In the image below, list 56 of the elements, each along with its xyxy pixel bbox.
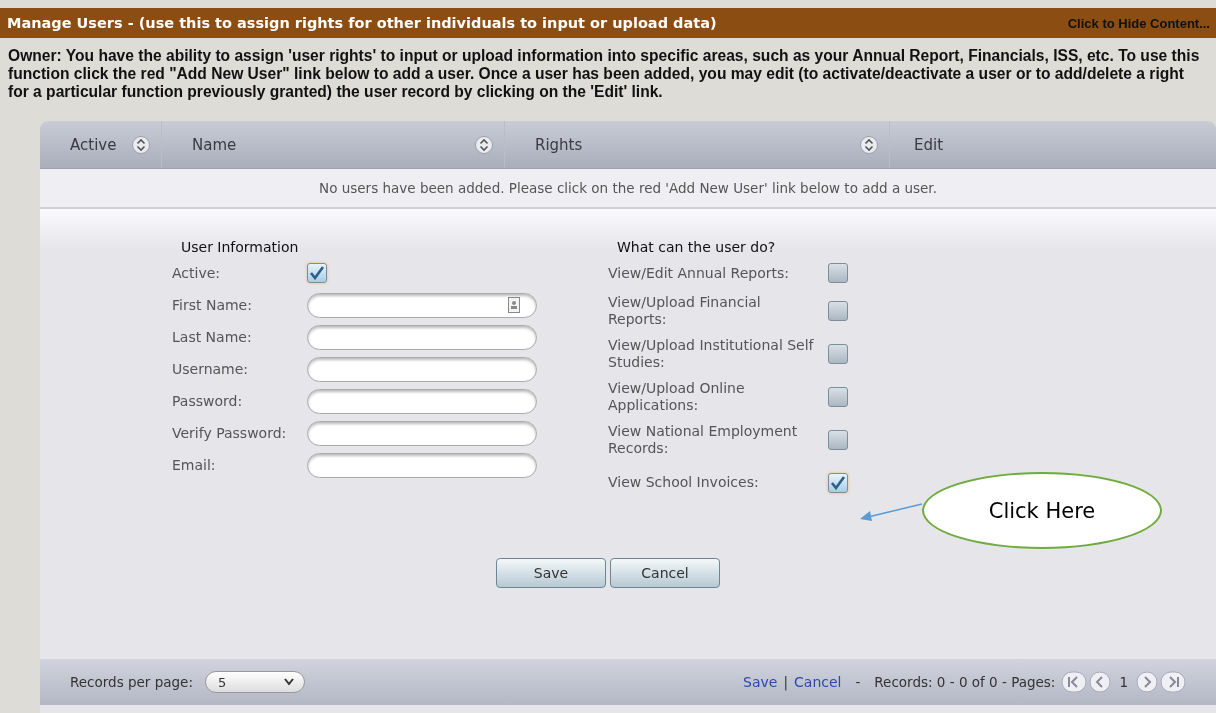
save-link[interactable]: Save (743, 674, 778, 690)
right-checkbox[interactable] (828, 472, 848, 493)
field-label: Password: (172, 393, 244, 409)
field-label: Active: (172, 265, 222, 281)
cancel-button[interactable]: Cancel (610, 558, 720, 588)
section-title: Manage Users - (use this to assign rights for other individuals to input or upload data) (7, 15, 717, 31)
right-label: View School Invoices: (608, 474, 760, 491)
empty-message: No users have been added. Please click on the red 'Add New User' link below to add a user. (40, 169, 1216, 209)
next-page-icon[interactable] (1134, 670, 1160, 694)
page-number[interactable]: 1 (1119, 674, 1128, 690)
save-button[interactable]: Save (496, 558, 606, 588)
right-label: View/Upload Institutional Self Studies: (608, 336, 815, 371)
intro-text: Owner: You have the ability to assign 'user rights' to input or upload information into specific areas, such as your Annual Report, Financials, ISS, etc. To use this function click the red "Add New User" link below to add a user. Once a user has been added, you may edit (to activate/deactivate a user or to add/delete a right for a particular function previously granted) the user record by clicking on the 'Edit' link. (8, 47, 1201, 101)
input-field[interactable] (307, 324, 537, 350)
right-checkbox[interactable] (828, 263, 848, 283)
column-header: Active (70, 135, 117, 154)
caret-icon (283, 678, 294, 686)
last-page-icon[interactable] (1160, 670, 1186, 694)
sort-icon[interactable] (131, 134, 151, 155)
right-checkbox[interactable] (828, 429, 848, 450)
input-field[interactable] (307, 356, 537, 382)
right-label: View/Upload Online Applications: (608, 379, 746, 414)
arrow-icon (858, 500, 924, 522)
right-checkbox[interactable] (828, 300, 848, 321)
input-field[interactable] (307, 292, 537, 318)
input-field[interactable] (307, 452, 537, 478)
field-label: Last Name: (172, 329, 253, 345)
records-per-page-label: Records per page: (70, 674, 193, 690)
records-per-page-dropdown[interactable]: 5 (204, 671, 305, 693)
section-heading: User Information (181, 238, 300, 257)
contact-card-icon (508, 297, 520, 313)
column-header: Name (192, 135, 237, 154)
field-label: Verify Password: (172, 425, 288, 441)
right-label: View National Employment Records: (608, 422, 799, 457)
sort-icon[interactable] (474, 134, 494, 155)
callout-text: Click Here (988, 498, 1096, 523)
separator: | (783, 674, 789, 690)
active-checkbox[interactable] (307, 263, 327, 283)
input-field[interactable] (307, 388, 537, 414)
right-label: View/Edit Annual Reports: (608, 264, 791, 282)
input-field[interactable] (307, 420, 537, 446)
cancel-link[interactable]: Cancel (794, 674, 842, 690)
field-label: First Name: (172, 297, 253, 313)
previous-page-icon[interactable] (1087, 670, 1114, 694)
section-heading: What can the user do? (617, 238, 777, 257)
field-label: Email: (172, 457, 217, 473)
column-header: Edit (914, 135, 944, 154)
right-checkbox[interactable] (828, 386, 848, 407)
first-page-icon[interactable] (1061, 670, 1088, 694)
records-summary: Records: 0 - 0 of 0 - Pages: (874, 674, 1056, 690)
sort-icon[interactable] (859, 134, 879, 155)
right-checkbox[interactable] (828, 343, 848, 364)
dash: - (855, 674, 861, 690)
field-label: Username: (172, 361, 250, 377)
column-header: Rights (535, 135, 583, 154)
right-label: View/Upload Financial Reports: (608, 293, 762, 328)
